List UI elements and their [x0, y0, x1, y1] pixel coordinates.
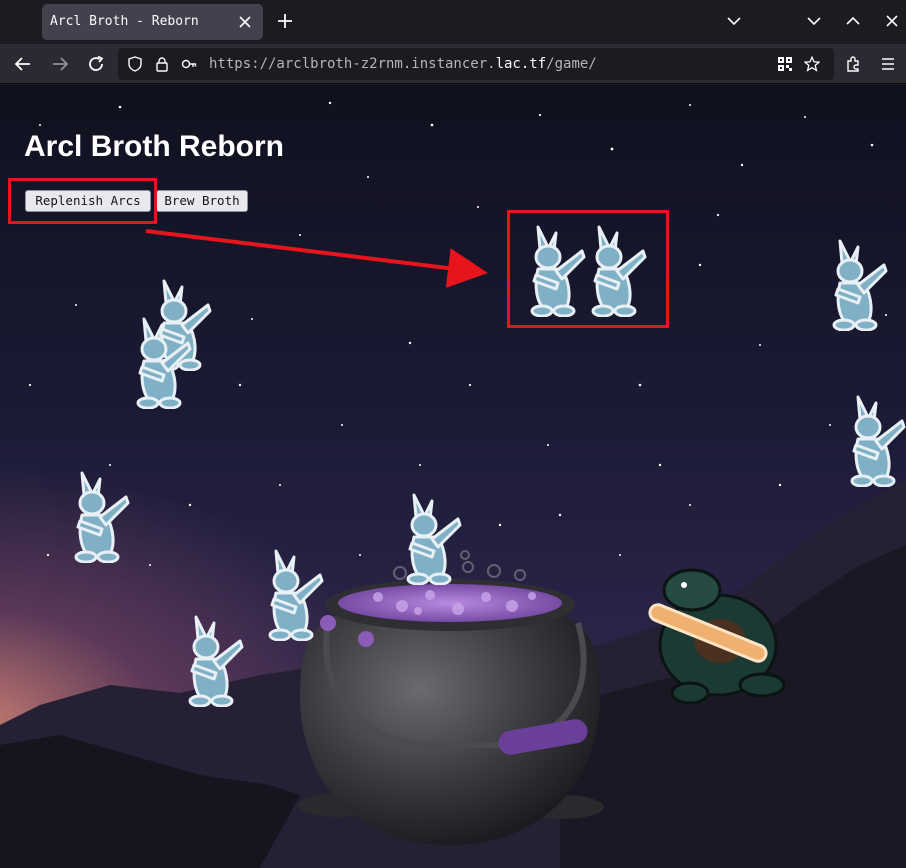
cauldron[interactable]	[298, 550, 604, 845]
arc-creature[interactable]	[846, 395, 906, 487]
page-title: Arcl Broth Reborn	[24, 130, 285, 163]
arc-creature[interactable]	[526, 225, 586, 317]
tab-active[interactable]: Arcl Broth - Reborn	[42, 4, 263, 40]
extensions-icon[interactable]	[844, 55, 862, 73]
url-host: lac.tf	[495, 56, 547, 72]
minimize-icon[interactable]	[806, 13, 822, 29]
navigation-toolbar: https://arclbroth-z2rnm.instancer.lac.tf…	[0, 44, 906, 84]
annotation-arrow	[145, 229, 488, 288]
tab-title: Arcl Broth - Reborn	[50, 14, 199, 29]
star-icon[interactable]	[804, 56, 820, 72]
arc-creature[interactable]	[587, 225, 647, 317]
url-bar[interactable]: https://arclbroth-z2rnm.instancer.lac.tf…	[118, 48, 834, 80]
broth-surface	[338, 584, 562, 622]
url-prefix: https://arclbroth-z2rnm.instancer.	[209, 56, 496, 72]
chevron-down-icon[interactable]	[726, 13, 742, 29]
arc-creature[interactable]	[828, 239, 888, 331]
arc-creature[interactable]	[70, 471, 130, 563]
tab-strip: Arcl Broth - Reborn	[0, 0, 906, 44]
hill-right	[560, 545, 906, 868]
brew-broth-button[interactable]: Brew Broth	[156, 190, 248, 212]
url-text[interactable]: https://arclbroth-z2rnm.instancer.lac.tf…	[209, 56, 597, 72]
arc-creature[interactable]	[264, 549, 324, 641]
arc-creature[interactable]	[402, 493, 462, 585]
lock-icon[interactable]	[154, 56, 170, 72]
arc-creature[interactable]	[184, 615, 244, 707]
annotation-box-replenish	[8, 178, 157, 224]
reload-icon[interactable]	[87, 55, 105, 73]
key-icon[interactable]	[181, 56, 197, 72]
plus-icon[interactable]	[276, 12, 294, 30]
url-suffix: /game/	[546, 56, 597, 72]
forward-arrow-icon[interactable]	[51, 55, 69, 73]
close-icon[interactable]	[236, 13, 254, 31]
page-viewport: Arcl Broth Reborn Replenish Arcs Brew Br…	[0, 85, 906, 868]
close-icon[interactable]	[884, 13, 900, 29]
back-arrow-icon[interactable]	[14, 55, 32, 73]
arc-creature[interactable]	[132, 317, 192, 409]
maximize-icon[interactable]	[845, 13, 861, 29]
qr-code-icon[interactable]	[777, 56, 793, 72]
menu-icon[interactable]	[879, 55, 897, 73]
shield-icon[interactable]	[127, 56, 143, 72]
